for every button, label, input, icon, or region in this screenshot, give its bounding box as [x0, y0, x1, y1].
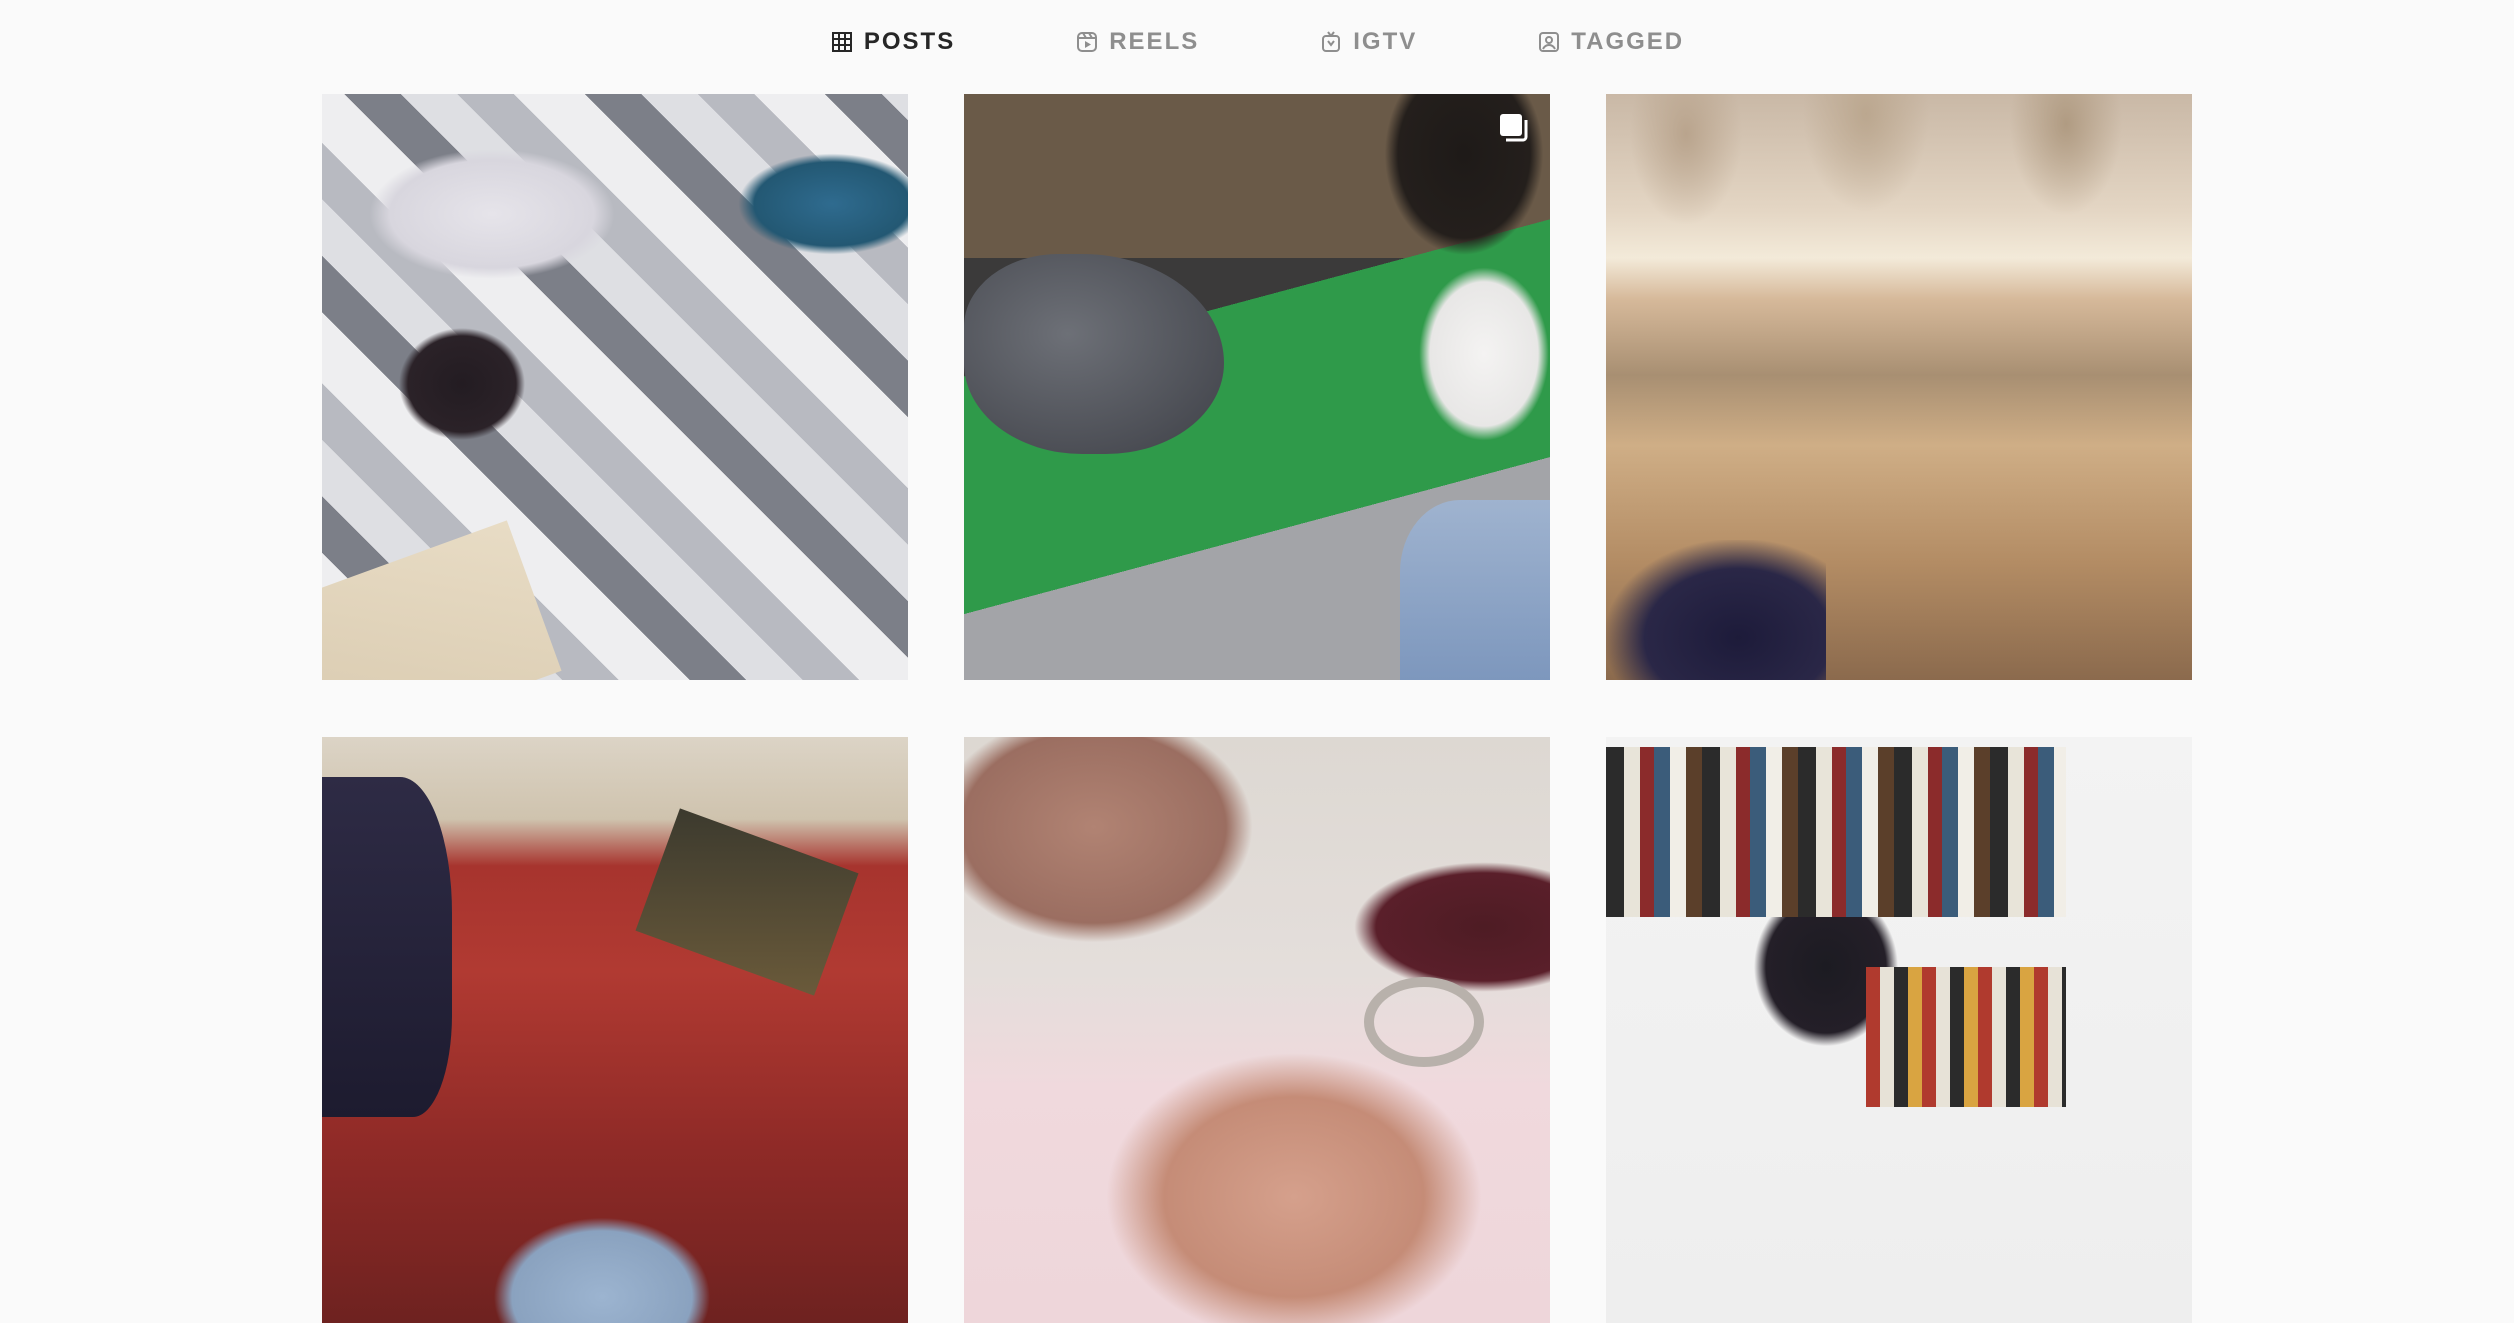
post-thumbnail[interactable]: [1606, 94, 2192, 680]
post-thumbnail[interactable]: [964, 94, 1550, 680]
tab-label: REELS: [1109, 28, 1200, 55]
tab-label: IGTV: [1353, 28, 1418, 55]
igtv-icon: [1319, 30, 1343, 54]
reels-icon: [1075, 30, 1099, 54]
tab-igtv[interactable]: IGTV: [1319, 0, 1417, 84]
tab-tagged[interactable]: TAGGED: [1537, 0, 1684, 84]
posts-grid: [322, 94, 2192, 1323]
grid-icon: [830, 30, 854, 54]
tab-posts[interactable]: POSTS: [830, 0, 955, 84]
carousel-icon: [1496, 110, 1532, 146]
tab-label: TAGGED: [1571, 28, 1685, 55]
tab-reels[interactable]: REELS: [1075, 0, 1199, 84]
tab-label: POSTS: [863, 28, 956, 55]
post-thumbnail[interactable]: [964, 737, 1550, 1323]
tagged-icon: [1537, 30, 1561, 54]
post-thumbnail[interactable]: [322, 94, 908, 680]
profile-tabs: POSTS REELS IGTV TAGGED: [0, 0, 2514, 84]
post-thumbnail[interactable]: [1606, 737, 2192, 1323]
post-thumbnail[interactable]: [322, 737, 908, 1323]
